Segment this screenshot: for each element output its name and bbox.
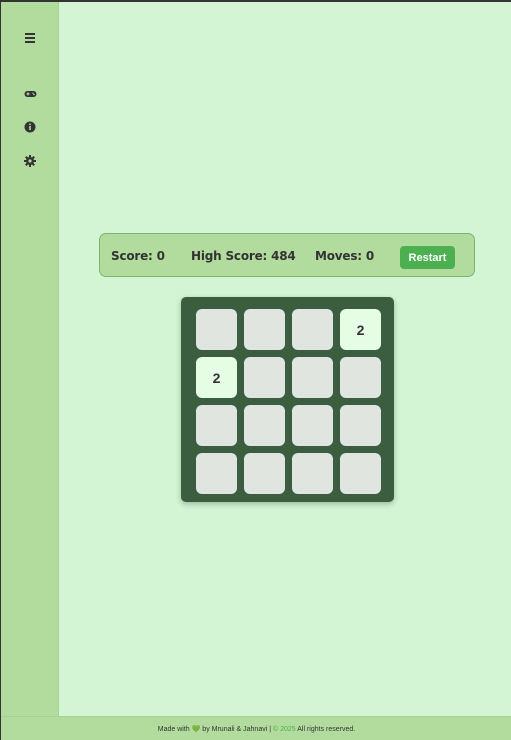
heart-icon: 💚 [191, 726, 201, 733]
footer-made-with: Made with [157, 726, 190, 733]
footer-authors: by Mrunali & Jahnavi | [202, 726, 272, 733]
footer-year: © 2025 [273, 726, 296, 733]
tile-r2-c2 [292, 405, 333, 446]
game-board: 22 [181, 297, 394, 502]
tile-r3-c3 [340, 453, 381, 494]
tile-r3-c2 [292, 453, 333, 494]
tile-r0-c1 [244, 309, 285, 350]
tile-r1-c0: 2 [196, 357, 237, 398]
tile-r1-c1 [244, 357, 285, 398]
tile-r1-c3 [340, 357, 381, 398]
moves-display: Moves: 0 [315, 249, 375, 263]
high-score-display: High Score: 484 [191, 249, 296, 263]
score-bar: Score: 0 High Score: 484 Moves: 0 Restar… [99, 233, 475, 277]
footer: Made with 💚 by Mrunali & Jahnavi | © 202… [1, 716, 511, 740]
score-display: Score: 0 [111, 249, 165, 263]
footer-rights: All rights reserved. [297, 726, 356, 733]
tile-r2-c3 [340, 405, 381, 446]
hamburger-menu-icon[interactable] [1, 31, 59, 45]
tile-r2-c1 [244, 405, 285, 446]
gamepad-icon[interactable] [1, 86, 59, 104]
info-icon[interactable] [1, 120, 59, 138]
restart-button[interactable]: Restart [400, 246, 455, 269]
tile-r0-c3: 2 [340, 309, 381, 350]
tile-r0-c0 [196, 309, 237, 350]
tile-r3-c0 [196, 453, 237, 494]
gear-icon[interactable] [1, 154, 59, 172]
tile-r1-c2 [292, 357, 333, 398]
tile-r3-c1 [244, 453, 285, 494]
tile-r2-c0 [196, 405, 237, 446]
sidebar [1, 2, 59, 716]
tile-r0-c2 [292, 309, 333, 350]
